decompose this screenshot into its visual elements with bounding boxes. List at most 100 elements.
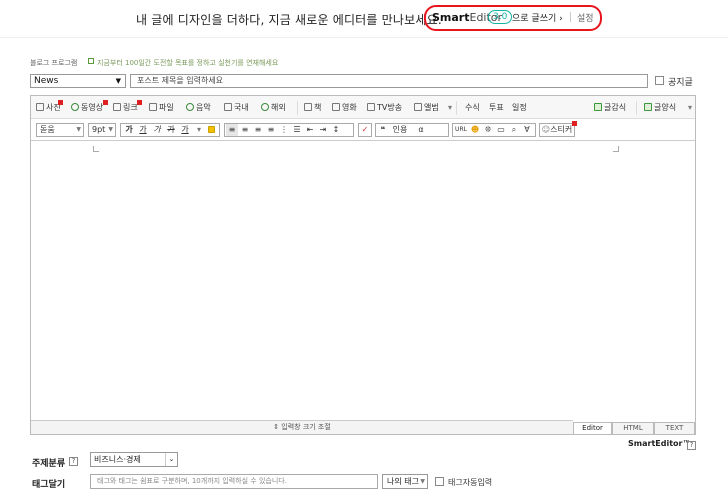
special-symbol-button[interactable]: ❊	[482, 124, 494, 136]
emoji-icon[interactable]: ☻	[469, 124, 481, 136]
font-family-select[interactable]: 돋움 ▼	[36, 123, 84, 137]
tab-html[interactable]: HTML	[612, 422, 654, 434]
align-center-button[interactable]: ≡	[239, 124, 251, 136]
indent-button[interactable]: ⇥	[317, 124, 329, 136]
dropdown-arrow-icon: ▼	[76, 126, 81, 133]
my-tags-button[interactable]: 나의 태그 ▼	[382, 474, 428, 489]
more-style-dropdown[interactable]: ▾	[688, 102, 692, 114]
align-left-button[interactable]: ≡	[226, 124, 238, 136]
align-right-button[interactable]: ≡	[252, 124, 264, 136]
overseas-map-button[interactable]: 해외	[261, 102, 286, 114]
tag-label: 태그달기	[32, 480, 66, 490]
editor-body[interactable]	[31, 142, 695, 420]
sticker-button[interactable]: ☺스티커	[539, 121, 577, 137]
program-label[interactable]: 블로그 프로그램	[30, 58, 77, 68]
insert-group: ❝ 인용 α	[375, 123, 449, 137]
music-icon	[186, 103, 194, 111]
line-height-button[interactable]: ↕	[330, 124, 342, 136]
notice-label: 공지글	[668, 78, 693, 88]
write-with-new-editor-link[interactable]: 으로 글쓰기 ›	[512, 11, 563, 24]
category-select[interactable]: News ▼	[30, 74, 126, 88]
video-button[interactable]: 동영상	[71, 100, 108, 114]
new-badge-icon	[58, 100, 63, 105]
highlight-icon	[207, 126, 215, 133]
sticker-label: ☺스티커	[541, 125, 573, 134]
font-size-select[interactable]: 9pt ▼	[88, 123, 116, 137]
misc-group: URL ☻ ❊ ▭ ⌕ ∀	[452, 123, 536, 137]
subject-select[interactable]: 비즈니스·경제 ⌄	[90, 452, 178, 467]
tv-button[interactable]: TV방송	[367, 102, 402, 114]
spellcheck-group: ✓	[358, 123, 372, 137]
smarteditor-footer-brand: SmartEditor™	[628, 439, 691, 448]
link-icon	[113, 103, 121, 111]
tag-input[interactable]: 태그와 태그는 쉼표로 구분하며, 10개까지 입력하실 수 있습니다.	[90, 474, 378, 489]
dropdown-arrow-icon: ▼	[108, 126, 113, 133]
font-color-button[interactable]: 가	[178, 124, 192, 136]
divider	[456, 101, 457, 115]
bullet-list-button[interactable]: ☰	[291, 124, 303, 136]
more-media-dropdown[interactable]: ▾	[448, 102, 452, 114]
paragraph-group: ≡ ≡ ≡ ≡ ⋮ ☰ ⇤ ⇥ ↕	[224, 123, 354, 137]
tv-icon	[367, 103, 375, 111]
program-description[interactable]: 지금부터 100일간 도전할 목표를 정하고 실천기를 연재해세요	[97, 58, 278, 68]
new-badge-icon	[137, 100, 142, 105]
video-icon	[71, 103, 79, 111]
new-badge-icon	[103, 100, 108, 105]
table-icon[interactable]: ▭	[495, 124, 507, 136]
settings-link[interactable]: 설정	[577, 11, 594, 24]
outdent-button[interactable]: ⇤	[304, 124, 316, 136]
numbered-list-button[interactable]: ⋮	[278, 124, 290, 136]
notice-checkbox[interactable]	[655, 76, 664, 85]
album-icon	[414, 103, 422, 111]
auto-tag-checkbox[interactable]	[435, 477, 444, 486]
pencil-icon	[594, 103, 602, 111]
font-color-dropdown[interactable]: ▾	[193, 124, 205, 136]
highlight-button[interactable]	[205, 124, 219, 136]
help-icon[interactable]: ?	[69, 456, 78, 466]
underline-button[interactable]: 가	[136, 124, 150, 136]
file-button[interactable]: 파일	[149, 102, 174, 114]
domestic-map-button[interactable]: 국내	[224, 102, 249, 114]
book-button[interactable]: 책	[304, 102, 321, 114]
editor-frame: 사진 동영상 링크 파일 음악 국내 해외 책 영화 TV방송 앨범 ▾ 수식 …	[30, 95, 696, 435]
dropdown-arrow-icon: ▼	[420, 478, 425, 485]
album-button[interactable]: 앨범	[414, 102, 439, 114]
file-icon	[149, 103, 157, 111]
globe-icon	[261, 103, 269, 111]
schedule-button[interactable]: 일정	[512, 102, 527, 114]
dropdown-arrow-icon: ▼	[115, 77, 121, 85]
program-icon	[88, 58, 94, 64]
divider	[636, 101, 637, 115]
italic-button[interactable]: 가	[150, 124, 164, 136]
special-char-button[interactable]: α	[412, 124, 430, 136]
justify-button[interactable]: ≡	[265, 124, 277, 136]
spellcheck-button[interactable]: ✓	[359, 124, 371, 136]
resize-handle[interactable]: ⇕ 입력창 크기 조절	[31, 420, 573, 434]
post-title-input[interactable]: 포스트 제목을 입력하세요	[130, 74, 648, 88]
promo-banner: 내 글에 디자인을 더하다, 지금 새로운 에디터를 만나보세요. SmartE…	[0, 0, 728, 38]
quote-style-button[interactable]: 인용	[390, 124, 410, 136]
quote-button[interactable]: ❝	[377, 124, 389, 136]
bold-button[interactable]: 가	[122, 124, 136, 136]
photo-button[interactable]: 사진	[36, 100, 63, 114]
subject-label: 주제분류	[32, 459, 66, 469]
formula-button[interactable]: 수식	[465, 102, 480, 114]
insert-toolbar: 사진 동영상 링크 파일 음악 국내 해외 책 영화 TV방송 앨범 ▾ 수식 …	[31, 96, 695, 119]
quote-style-button[interactable]: 글감식	[594, 102, 626, 114]
strikethrough-button[interactable]: 가	[164, 124, 178, 136]
version-badge: 3.0	[488, 10, 513, 24]
search-icon[interactable]: ⌕	[508, 124, 520, 136]
layout-style-button[interactable]: 글양식	[644, 102, 676, 114]
tab-text[interactable]: TEXT	[654, 422, 695, 434]
link-button[interactable]: 링크	[113, 100, 142, 114]
help-icon[interactable]: ?	[687, 440, 696, 450]
map-marker-icon[interactable]: ∀	[521, 124, 533, 136]
new-badge-icon	[572, 121, 577, 126]
tab-editor[interactable]: Editor	[573, 422, 612, 434]
movie-button[interactable]: 영화	[332, 102, 357, 114]
format-toolbar: 돋움 ▼ 9pt ▼ 가 가 가 가 가 ▾ ≡ ≡ ≡ ≡ ⋮ ☰ ⇤ ⇥ ↕ ✓…	[31, 119, 695, 141]
vote-button[interactable]: 투표	[489, 102, 504, 114]
music-button[interactable]: 음악	[186, 102, 211, 114]
map-icon	[224, 103, 232, 111]
url-button[interactable]: URL	[454, 124, 468, 136]
